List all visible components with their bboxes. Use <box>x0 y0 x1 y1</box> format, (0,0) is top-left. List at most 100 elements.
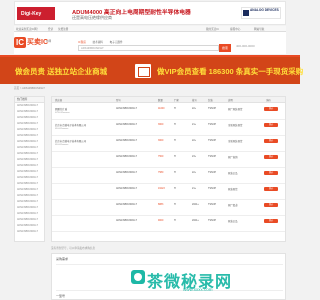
table-row[interactable]: ADS1395RUSR1LT 16223 TI 21+ TSSOP 原装现货 询… <box>52 184 285 200</box>
top-nav-register[interactable]: 免费注册 <box>58 27 68 31</box>
panel-divider <box>56 264 283 265</box>
table-row[interactable]: 鼎翰芯片城 0755-82xxxxxx ADS1395RUSR1LT 11000… <box>52 104 285 120</box>
row-note: 原厂渠道 <box>228 204 238 207</box>
row-qty: 8883 <box>158 203 164 206</box>
ad-banner[interactable]: Digi-Key ADUM4000 高正向上电周期型耐性半导体电器 还是高电压绝… <box>14 1 286 25</box>
row-qty: 16223 <box>158 187 165 190</box>
table-row[interactable]: ADS1395RUSR1LT 9000 TI 2024+ TSSOP 原装正品 … <box>52 216 285 232</box>
row-qty: 7500 <box>158 155 164 158</box>
col-maker: 厂家 <box>174 99 179 102</box>
logo-sub: IC网 <box>46 40 52 43</box>
row-batch: 21+ <box>192 187 197 190</box>
row-batch: 22+ <box>192 107 197 110</box>
row-note: 原装正品 <box>228 220 238 223</box>
col-action: 询价 <box>266 99 271 102</box>
top-nav-service[interactable]: 客服中心 <box>230 27 240 31</box>
row-maker: TI <box>174 203 177 206</box>
row-supplier-sub: 0755-82xxxxxx <box>55 112 70 114</box>
row-note: 原装现货 <box>228 188 238 191</box>
sidebar-item[interactable]: ADS1395RUSR1LT <box>15 229 44 235</box>
row-package: TSSOP <box>208 203 217 206</box>
row-batch: 21+ <box>192 123 197 126</box>
top-nav-login[interactable]: 登录 <box>48 27 53 31</box>
row-package: TSSOP <box>208 155 217 158</box>
table-row[interactable]: ADS1395RUSR1LT 8883 TI 2024+ TSSOP 原厂渠道 … <box>52 200 285 216</box>
table-header: 供应商 型号 数量 厂家 批号 封装 说明 询价 <box>52 97 285 103</box>
logo-mark: IC <box>14 37 26 48</box>
top-nav-my[interactable]: 我的买卖IC <box>206 27 219 31</box>
row-model[interactable]: ADS1395RUSR1LT <box>116 171 137 174</box>
search-tab-components[interactable]: 电子元器件 <box>110 41 123 44</box>
row-batch: 2024+ <box>192 203 199 206</box>
search-input[interactable] <box>78 45 219 51</box>
row-package: TSSOP <box>208 123 217 126</box>
row-model[interactable]: ADS1395RUSR1LT <box>116 203 137 206</box>
search-tab-stock[interactable]: IC现货 <box>78 41 86 44</box>
col-qty: 数量 <box>158 99 163 102</box>
promo-left-text: 做会员贵 送独立站企业商城 <box>15 67 108 76</box>
inquiry-button[interactable]: 询价 <box>264 187 278 191</box>
row-model[interactable]: ADS1395RUSR1LT <box>116 123 137 126</box>
row-maker: TI <box>174 139 177 142</box>
row-maker: TI <box>174 123 177 126</box>
stock-table: 供应商 型号 数量 厂家 批号 封装 说明 询价 鼎翰芯片城 0755-82xx… <box>51 96 286 242</box>
row-maker: TI <box>174 187 177 190</box>
row-maker: TI <box>174 107 177 110</box>
row-qty: 11000 <box>158 107 165 110</box>
watermark-url: www.xxxx.com <box>183 287 213 292</box>
table-row[interactable]: ADS1395RUSR1LT 7500 TI 23+ TSSOP 原厂直销 询价 <box>52 152 285 168</box>
row-batch: 23+ <box>192 155 197 158</box>
watermark-logo-icon <box>131 270 145 284</box>
purchase-panel-tab[interactable]: 一型号 <box>56 294 65 298</box>
inquiry-button[interactable]: 询价 <box>264 139 278 143</box>
ad-subline: 还是高电压绝缘供应商 <box>72 15 112 20</box>
row-model[interactable]: ADS1395RUSR1LT <box>116 107 137 110</box>
row-qty: 3600 <box>158 139 164 142</box>
row-qty: 9000 <box>158 219 164 222</box>
row-note: 全新原装现货 <box>228 124 243 127</box>
row-supplier[interactable]: 北京市合峰电子技术有限公司 <box>55 123 86 127</box>
col-batch: 批号 <box>192 99 197 102</box>
inquiry-button[interactable]: 询价 <box>264 203 278 207</box>
row-note: 原厂原装现货 <box>228 108 243 111</box>
inquiry-button[interactable]: 询价 <box>264 155 278 159</box>
row-supplier[interactable]: 北京市合峰电子技术有限公司 <box>55 139 86 143</box>
table-row[interactable]: 北京市合峰电子技术有限公司 010-62xxxxxx ADS1395RUSR1L… <box>52 120 285 136</box>
row-note: 原装正品 <box>228 172 238 175</box>
row-maker: TI <box>174 219 177 222</box>
table-row[interactable]: ADS1395RUSR1LT 7580 TI 22+ TSSOP 原装正品 询价 <box>52 168 285 184</box>
row-model[interactable]: ADS1395RUSR1LT <box>116 139 137 142</box>
row-model[interactable]: ADS1395RUSR1LT <box>116 187 137 190</box>
logo-name: 买卖IC <box>27 39 48 46</box>
col-supplier: 供应商 <box>55 99 63 102</box>
adi-logo: ANALOG DEVICES <box>241 7 281 19</box>
search-button[interactable]: 搜索 <box>219 44 231 52</box>
row-note: 全新原装现货 <box>228 140 243 143</box>
col-model: 型号 <box>116 99 121 102</box>
site-logo[interactable]: IC 买卖IC IC网 <box>14 36 58 49</box>
col-note: 说明 <box>228 99 233 102</box>
row-supplier-sub: 010-62xxxxxx <box>55 144 69 146</box>
table-row[interactable]: 北京市合峰电子技术有限公司 010-62xxxxxx ADS1395RUSR1L… <box>52 136 285 152</box>
row-supplier-sub: 010-62xxxxxx <box>55 128 69 130</box>
row-batch: 2024+ <box>192 219 199 222</box>
promo-banner[interactable]: 做会员贵 送独立站企业商城 做VIP会员查看 186300 条真实一手现货采购 <box>0 57 303 84</box>
row-batch: 22+ <box>192 139 197 142</box>
row-model[interactable]: ADS1395RUSR1LT <box>116 155 137 158</box>
inquiry-button[interactable]: 询价 <box>264 219 278 223</box>
sidebar: 热门推荐 ADS1395RUSR1LT ADS1395RUSR1LT ADS13… <box>14 96 45 242</box>
search-tab-datasheet[interactable]: 技术资料 <box>93 41 103 44</box>
inquiry-button[interactable]: 询价 <box>264 107 278 111</box>
row-model[interactable]: ADS1395RUSR1LT <box>116 219 137 222</box>
promo-gift-icon <box>135 64 151 78</box>
row-note: 原厂直销 <box>228 156 238 159</box>
digikey-logo: Digi-Key <box>17 7 55 20</box>
top-nav-sitemap[interactable]: 网站导航 <box>254 27 264 31</box>
inquiry-button[interactable]: 询价 <box>264 171 278 175</box>
row-supplier[interactable]: 鼎翰芯片城 <box>55 107 67 111</box>
row-maker: TI <box>174 155 177 158</box>
row-package: TSSOP <box>208 219 217 222</box>
inquiry-button[interactable]: 询价 <box>264 123 278 127</box>
row-package: TSSOP <box>208 107 217 110</box>
row-maker: TI <box>174 171 177 174</box>
